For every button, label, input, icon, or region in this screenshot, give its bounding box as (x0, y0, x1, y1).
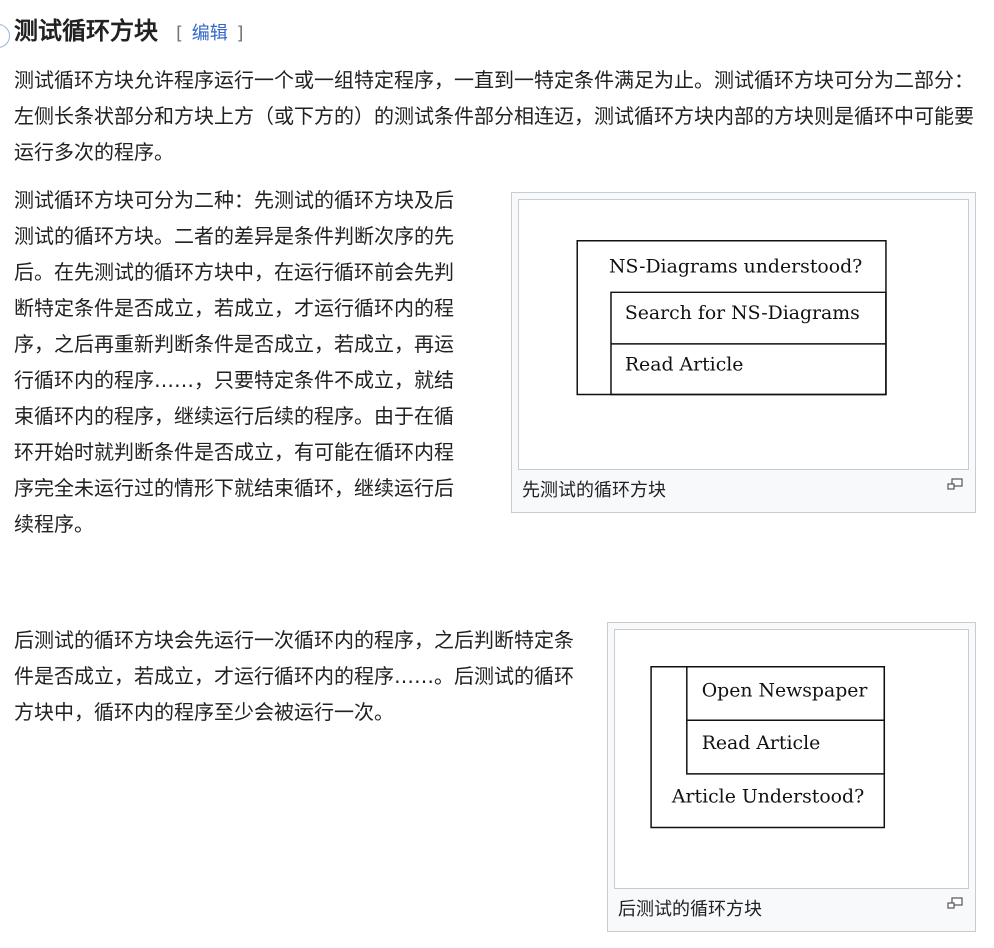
pretest-ns-diagram: NS-Diagrams understood? Search for NS-Di… (576, 239, 887, 396)
posttest-caption: 后测试的循环方块 (618, 899, 762, 920)
page: 测试循环方块 [ 编辑 ] 测试循环方块允许程序运行一个或一组特定程序，一直到一… (0, 0, 994, 948)
edit-section: [ 编辑 ] (176, 19, 244, 45)
posttest-ns-diagram: Open Newspaper Read Article Article Unde… (650, 665, 886, 829)
section-heading: 测试循环方块 [ 编辑 ] (14, 14, 244, 48)
pretest-step-2-label: Read Article (625, 355, 744, 376)
edit-link[interactable]: 编辑 (192, 23, 228, 44)
posttest-figure: Open Newspaper Read Article Article Unde… (607, 622, 976, 932)
pretest-paragraph: 测试循环方块可分为二种：先测试的循环方块及后测试的循环方块。二者的差异是条件判断… (14, 188, 454, 536)
posttest-step-1-label: Open Newspaper (702, 680, 869, 701)
intro-paragraph: 测试循环方块允许程序运行一个或一组特定程序，一直到一特定条件满足为止。测试循环方… (14, 68, 974, 164)
edit-bracket-open: [ (176, 23, 184, 44)
pretest-step-1-label: Search for NS-Diagrams (625, 303, 860, 324)
pretest-caption: 先测试的循环方块 (522, 480, 666, 501)
posttest-step-2-label: Read Article (702, 733, 821, 754)
pretest-diagram-image[interactable]: NS-Diagrams understood? Search for NS-Di… (518, 199, 969, 470)
pretest-condition-label: NS-Diagrams understood? (609, 256, 862, 277)
magnify-icon[interactable] (947, 478, 963, 490)
pretest-figure: NS-Diagrams understood? Search for NS-Di… (511, 192, 976, 513)
posttest-diagram-image[interactable]: Open Newspaper Read Article Article Unde… (614, 629, 969, 889)
magnify-icon[interactable] (947, 897, 963, 909)
section-title: 测试循环方块 (14, 17, 158, 45)
edit-bracket-close: ] (236, 23, 244, 44)
posttest-condition-label: Article Understood? (671, 787, 864, 808)
toc-toggle-icon[interactable] (0, 24, 10, 48)
posttest-paragraph: 后测试的循环方块会先运行一次循环内的程序，之后判断特定条件是否成立，若成立，才运… (14, 628, 574, 724)
